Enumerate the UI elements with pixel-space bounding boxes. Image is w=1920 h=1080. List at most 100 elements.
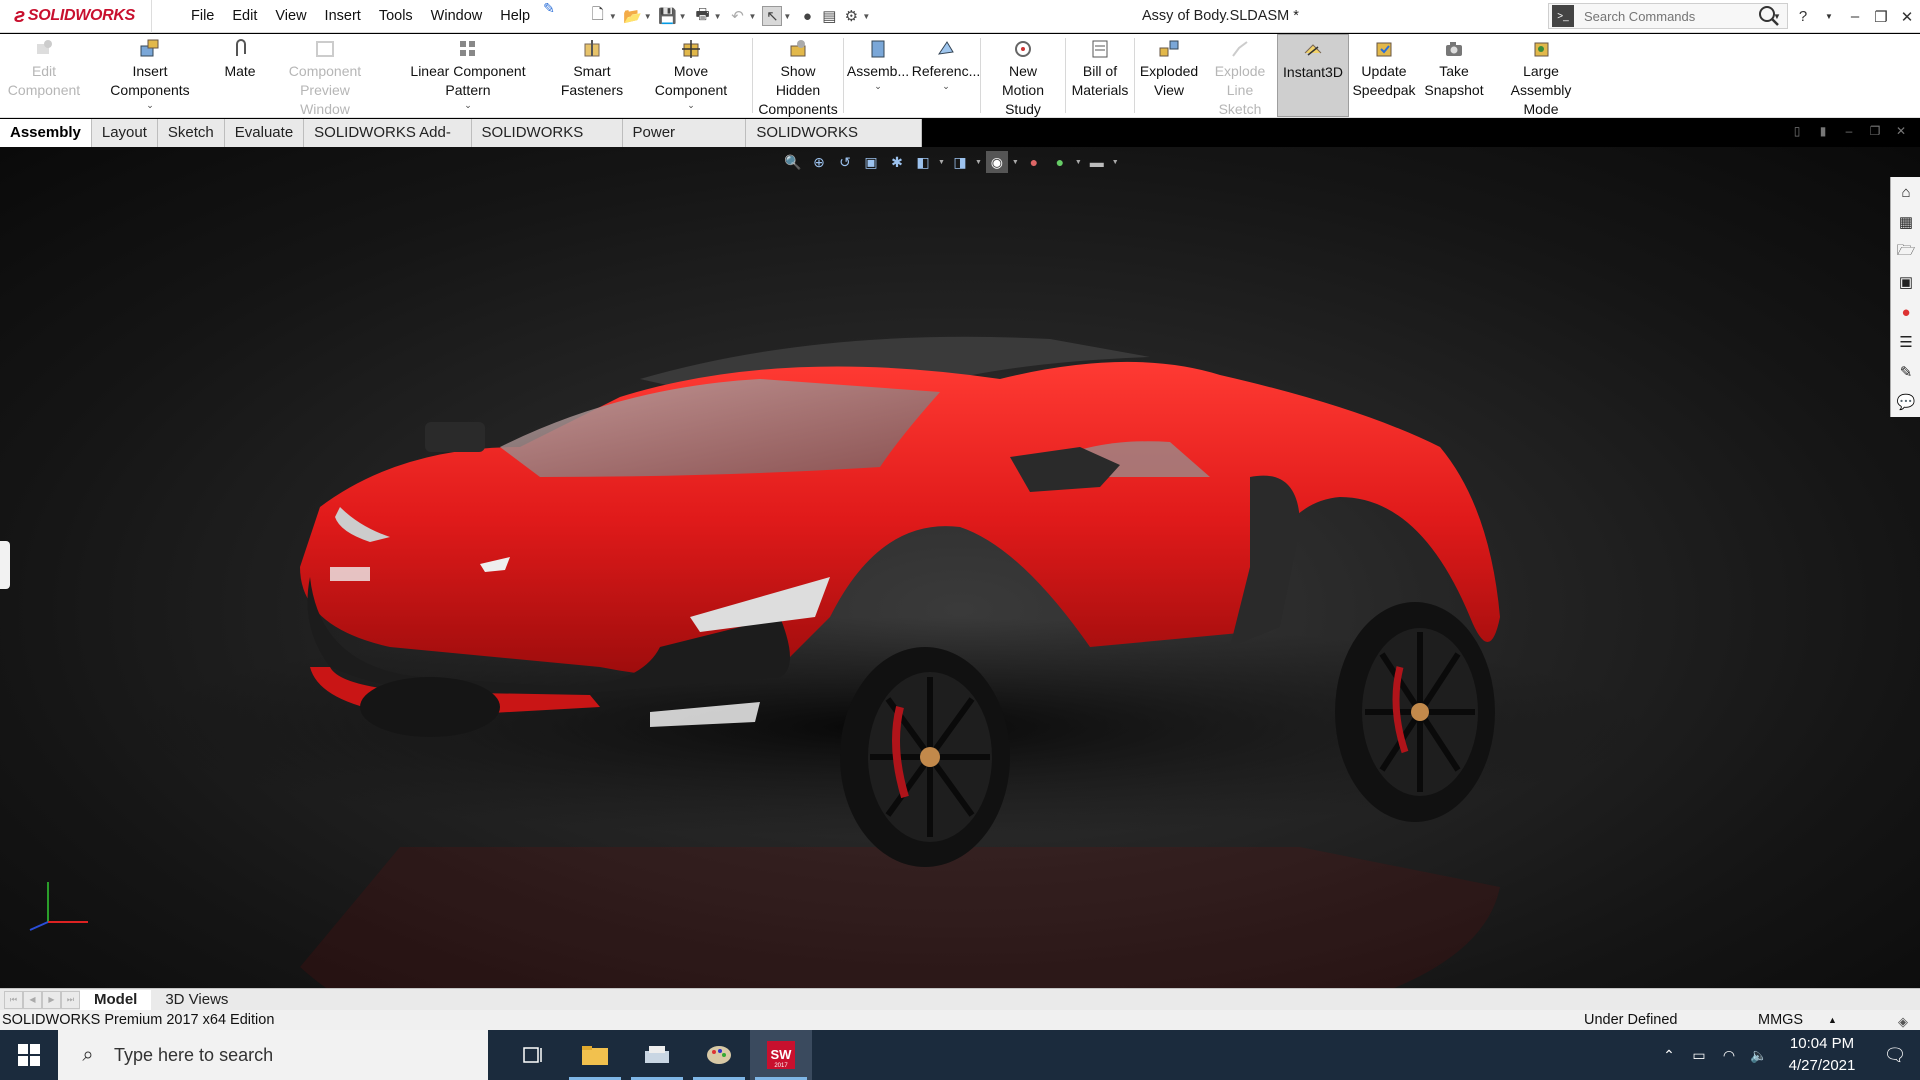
last-tab-icon[interactable]: ⏭ [61, 990, 80, 1009]
component-preview-button[interactable]: Component Preview Window [268, 34, 382, 117]
edit-component-button[interactable]: Edit Component [0, 34, 88, 117]
tile-vertical-icon[interactable]: ▮ [1814, 124, 1832, 140]
undo-icon[interactable]: ↶ [728, 6, 748, 26]
command-prompt-icon[interactable]: >_ [1552, 5, 1574, 27]
doc-close-icon[interactable]: ✕ [1892, 124, 1910, 140]
units-caret-icon[interactable]: ▲ [1828, 1010, 1837, 1030]
new-motion-study-button[interactable]: New Motion Study [981, 34, 1065, 117]
insert-components-caret-icon[interactable]: ⌄ [146, 100, 154, 110]
tab-assembly[interactable]: Assembly [0, 119, 92, 147]
insert-components-button[interactable]: Insert Components ⌄ [88, 34, 212, 117]
save-dropdown-icon[interactable]: ▼ [679, 12, 687, 21]
open-folder-icon[interactable]: 📂 [623, 6, 643, 26]
menu-view[interactable]: View [266, 0, 315, 33]
open-dropdown-icon[interactable]: ▼ [644, 12, 652, 21]
menu-edit[interactable]: Edit [223, 0, 266, 33]
update-speedpak-button[interactable]: Update Speedpak [1349, 34, 1419, 117]
file-properties-icon[interactable]: ▤ [819, 6, 839, 26]
tab-mbd[interactable]: SOLIDWORKS MBD [472, 119, 623, 169]
tray-overflow-icon[interactable]: ⌃ [1654, 1047, 1684, 1064]
print-icon[interactable]: 🖶 [693, 6, 713, 26]
feature-manager-handle[interactable] [0, 541, 10, 589]
taskbar-app-printer[interactable] [626, 1030, 688, 1080]
tab-evaluate[interactable]: Evaluate [225, 119, 305, 147]
assembly-features-button[interactable]: Assemb... ⌄ [844, 34, 912, 117]
car-3d-model[interactable] [0, 147, 1920, 988]
graphics-area[interactable]: 🔍 ⊕ ↺ ▣ ✱ ◧ ▼ ◨ ▼ ◉ ▼ ● ● ▼ ▬ ▼ ⌂ ▦ 🗁 ▣ … [0, 147, 1920, 988]
tab-sketch[interactable]: Sketch [158, 119, 225, 147]
smart-fasteners-button[interactable]: Smart Fasteners [554, 34, 630, 117]
search-input[interactable] [1584, 8, 1754, 24]
tab-layout[interactable]: Layout [92, 119, 158, 147]
taskbar-solidworks[interactable]: SW 2017 [750, 1030, 812, 1080]
close-icon[interactable]: ✕ [1894, 8, 1920, 26]
tab-power-surfacing[interactable]: Power Surfacing [623, 119, 747, 169]
windows-start-button[interactable] [0, 1030, 58, 1080]
help-icon[interactable]: ? [1790, 8, 1816, 25]
instant3d-button[interactable]: Instant3D [1277, 34, 1349, 117]
search-dropdown-icon[interactable]: ▼ [1764, 12, 1790, 21]
bill-of-materials-button[interactable]: Bill of Materials [1066, 34, 1134, 117]
notifications-icon[interactable]: 🗨 [1870, 1045, 1920, 1066]
select-dropdown-icon[interactable]: ▼ [783, 12, 791, 21]
units-selector[interactable]: MMGS [1758, 1010, 1803, 1030]
move-component-button[interactable]: Move Component ⌄ [630, 34, 752, 117]
doc-minimize-icon[interactable]: – [1840, 124, 1858, 140]
volume-icon[interactable]: 🔈 [1744, 1047, 1774, 1064]
tab-addins[interactable]: SOLIDWORKS Add-Ins [304, 119, 472, 169]
tooltip-icon[interactable]: ◈ [1898, 1012, 1908, 1032]
options-gear-icon[interactable]: ⚙ [841, 6, 861, 26]
first-tab-icon[interactable]: ⏮ [4, 990, 23, 1009]
pin-menu-icon[interactable]: ✎ [543, 0, 555, 33]
help-dropdown-icon[interactable]: ▼ [1816, 12, 1842, 21]
options-dropdown-icon[interactable]: ▼ [862, 12, 870, 21]
explode-line-sketch-button[interactable]: Explode Line Sketch [1203, 34, 1277, 117]
home-icon[interactable]: ⌂ [1891, 177, 1920, 207]
exploded-view-button[interactable]: Exploded View [1135, 34, 1203, 117]
taskbar-file-explorer[interactable] [564, 1030, 626, 1080]
tab-visualize[interactable]: SOLIDWORKS Visualize [746, 119, 922, 169]
traffic-light-icon[interactable]: ● [797, 6, 817, 26]
forum-icon[interactable]: ✎ [1891, 357, 1920, 387]
taskbar-app-paint[interactable] [688, 1030, 750, 1080]
doc-restore-icon[interactable]: ❐ [1866, 124, 1884, 140]
take-snapshot-button[interactable]: Take Snapshot [1419, 34, 1489, 117]
view-palette-icon[interactable]: ▣ [1891, 267, 1920, 297]
battery-icon[interactable]: ▭ [1684, 1047, 1714, 1064]
reference-geometry-button[interactable]: Referenc... ⌄ [912, 34, 980, 117]
wifi-icon[interactable]: ◠ [1714, 1047, 1744, 1064]
linear-pattern-button[interactable]: Linear Component Pattern ⌄ [382, 34, 554, 117]
task-view-button[interactable] [502, 1030, 564, 1080]
mate-button[interactable]: Mate [212, 34, 268, 117]
tile-horizontal-icon[interactable]: ▯ [1788, 124, 1806, 140]
appearances-icon[interactable]: ● [1891, 297, 1920, 327]
comments-icon[interactable]: 💬 [1891, 387, 1920, 417]
solidworks-logo[interactable]: ƨ SOLIDWORKS [0, 0, 152, 33]
undo-dropdown-icon[interactable]: ▼ [749, 12, 757, 21]
save-icon[interactable]: 💾 [658, 6, 678, 26]
next-tab-icon[interactable]: ▶ [42, 990, 61, 1009]
tab-model[interactable]: Model [80, 989, 152, 1010]
menu-insert[interactable]: Insert [316, 0, 370, 33]
minimize-icon[interactable]: – [1842, 8, 1868, 25]
menu-window[interactable]: Window [422, 0, 492, 33]
move-component-caret-icon[interactable]: ⌄ [687, 100, 695, 110]
taskbar-search-box[interactable]: ⌕ Type here to search [58, 1030, 488, 1080]
clock[interactable]: 10:04 PM 4/27/2021 [1774, 1033, 1870, 1077]
menu-file[interactable]: File [182, 0, 223, 33]
prev-tab-icon[interactable]: ◀ [23, 990, 42, 1009]
print-dropdown-icon[interactable]: ▼ [714, 12, 722, 21]
large-assembly-mode-button[interactable]: Large Assembly Mode [1489, 34, 1593, 117]
design-library-icon[interactable]: ▦ [1891, 207, 1920, 237]
new-dropdown-icon[interactable]: ▼ [609, 12, 617, 21]
file-explorer-icon[interactable]: 🗁 [1891, 237, 1920, 267]
reference-geometry-caret-icon[interactable]: ⌄ [942, 81, 950, 91]
new-document-icon[interactable]: 🗋 [588, 6, 608, 26]
menu-help[interactable]: Help [491, 0, 539, 33]
show-hidden-button[interactable]: Show Hidden Components [753, 34, 843, 117]
menu-tools[interactable]: Tools [370, 0, 422, 33]
assembly-features-caret-icon[interactable]: ⌄ [874, 81, 882, 91]
tab-3d-views[interactable]: 3D Views [151, 990, 242, 1010]
custom-properties-icon[interactable]: ☰ [1891, 327, 1920, 357]
linear-pattern-caret-icon[interactable]: ⌄ [464, 100, 472, 110]
